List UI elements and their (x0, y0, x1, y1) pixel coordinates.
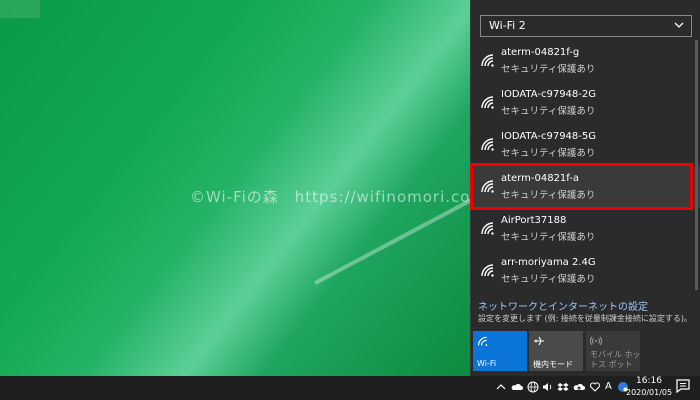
network-item[interactable]: AirPort37188 セキュリティ保護あり (471, 208, 700, 250)
desktop-corner-artifact (0, 0, 40, 18)
network-globe-icon[interactable] (527, 381, 539, 393)
network-name: IODATA-c97948-2G (501, 89, 596, 100)
chevron-up-icon[interactable] (495, 381, 507, 393)
network-name: AirPort37188 (501, 215, 567, 226)
wifi-signal-icon (481, 96, 494, 109)
wifi-signal-icon (481, 264, 494, 277)
network-settings-description: 設定を変更します (例: 接続を従量制課金接続に設定する)。 (478, 314, 693, 323)
notification-center-icon[interactable] (676, 379, 690, 393)
mobile-hotspot-tile[interactable]: モバイル ホットス ポット (586, 331, 641, 371)
clock-time[interactable]: 16:16 (636, 376, 662, 386)
hotspot-tile-label: モバイル ホットス ポット (590, 350, 641, 369)
airplane-mode-tile[interactable]: 機内モード (529, 331, 583, 371)
network-security: セキュリティ保護あり (501, 232, 596, 243)
volume-icon[interactable] (542, 381, 554, 393)
taskbar: A 16:16 2020/01/05 (0, 376, 700, 400)
network-security: セキュリティ保護あり (501, 274, 596, 285)
adapter-dropdown-label: Wi-Fi 2 (489, 19, 526, 32)
airplane-tile-label: 機内モード (533, 360, 573, 369)
network-security: セキュリティ保護あり (501, 64, 596, 75)
network-item[interactable]: IODATA-c97948-5G セキュリティ保護あり (471, 124, 700, 166)
wifi-toggle-tile[interactable]: Wi-Fi (473, 331, 527, 371)
network-security: セキュリティ保護あり (501, 148, 596, 159)
clock-date[interactable]: 2020/01/05 (626, 388, 672, 397)
wifi-signal-icon (481, 222, 494, 235)
network-item[interactable]: aterm-04821f-g セキュリティ保護あり (471, 40, 700, 82)
network-item[interactable]: arr-moriyama 2.4G セキュリティ保護あり (471, 250, 700, 292)
network-name: aterm-04821f-g (501, 47, 580, 58)
onedrive-cloud-icon[interactable] (511, 381, 523, 393)
wifi-signal-icon (481, 138, 494, 151)
wifi-tile-label: Wi-Fi (477, 359, 497, 368)
network-name: IODATA-c97948-5G (501, 131, 596, 142)
wifi-signal-icon (481, 54, 494, 67)
network-name: arr-moriyama 2.4G (501, 257, 596, 268)
highlight-annotation-box (470, 163, 693, 210)
hotspot-icon (590, 336, 602, 346)
watermark-text: ©Wi-Fiの森 https://wifinomori.com (190, 188, 487, 206)
network-list-scrollbar[interactable] (695, 40, 698, 290)
dropbox-icon[interactable] (557, 381, 569, 393)
network-security: セキュリティ保護あり (501, 106, 596, 117)
wifi-icon (477, 336, 488, 347)
upload-cloud-icon[interactable] (573, 381, 585, 393)
network-item[interactable]: IODATA-c97948-2G セキュリティ保護あり (471, 82, 700, 124)
chevron-down-icon (674, 22, 684, 28)
network-settings-link[interactable]: ネットワークとインターネットの設定 (478, 298, 648, 313)
ime-mode-indicator[interactable]: A (605, 381, 612, 392)
adapter-dropdown[interactable]: Wi-Fi 2 (480, 15, 692, 37)
airplane-icon (534, 336, 544, 346)
battery-heart-icon[interactable] (589, 381, 601, 393)
